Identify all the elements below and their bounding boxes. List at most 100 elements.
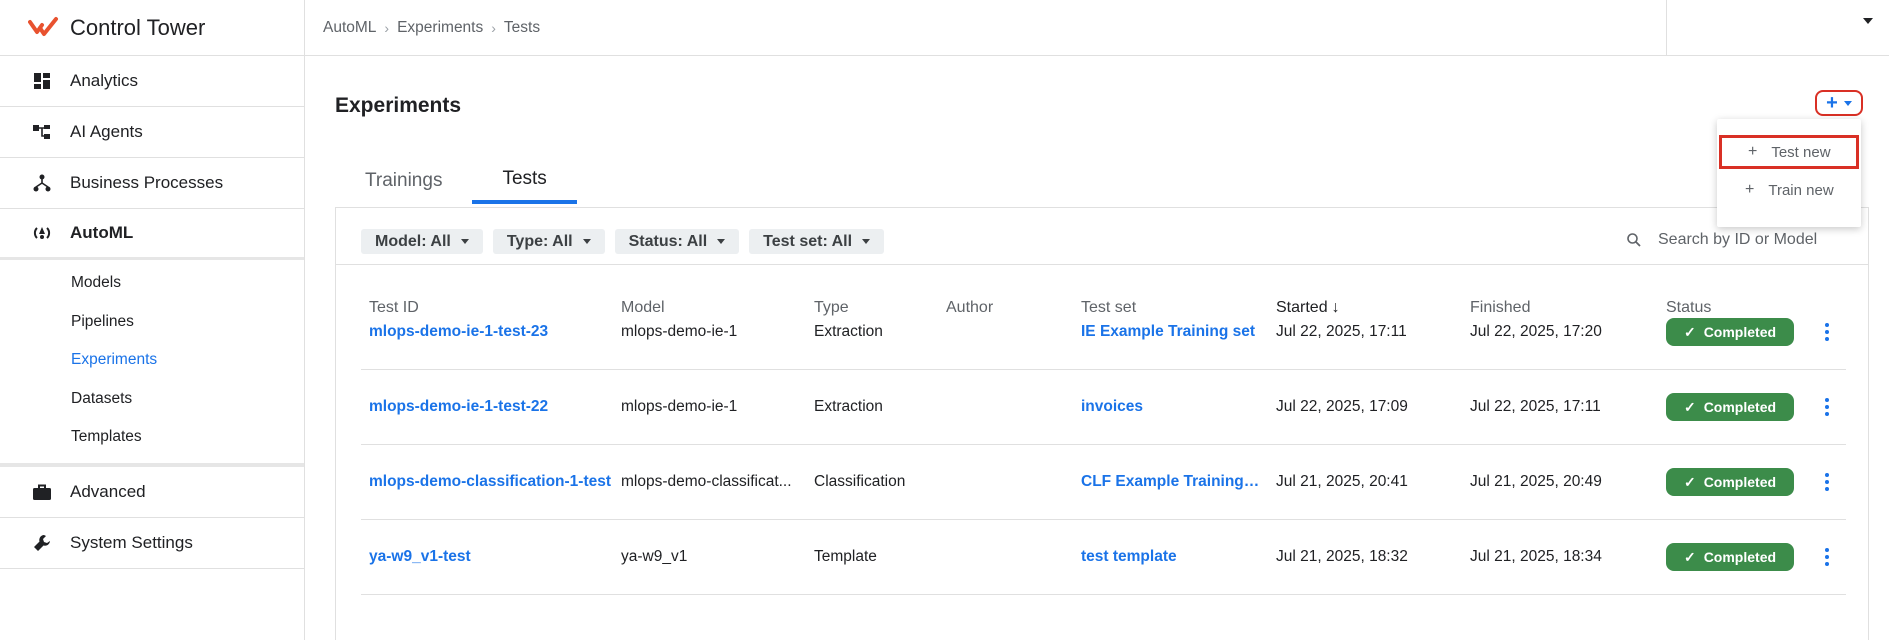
chevron-right-icon: › bbox=[384, 19, 390, 36]
subnav-item-experiments[interactable]: Experiments bbox=[0, 341, 304, 380]
breadcrumb-item-experiments[interactable]: Experiments bbox=[397, 19, 483, 37]
model-cell: mlops-demo-ie-1 bbox=[621, 398, 738, 415]
nav-item-automl[interactable]: AutoML bbox=[0, 209, 304, 260]
nav-label: Analytics bbox=[70, 71, 139, 90]
tests-panel: Model: All Type: All Status: All Test se… bbox=[335, 207, 1869, 640]
test-set-link[interactable]: IE Example Training set bbox=[1081, 323, 1255, 341]
tab-tests[interactable]: Tests bbox=[472, 157, 577, 204]
type-cell: Classification bbox=[814, 473, 906, 490]
topbar: AutoML › Experiments › Tests bbox=[305, 0, 1889, 56]
model-cell: mlops-demo-ie-1 bbox=[621, 323, 738, 340]
started-cell: Jul 21, 2025, 18:32 bbox=[1276, 548, 1408, 565]
test-id-link[interactable]: ya-w9_v1-test bbox=[369, 548, 471, 566]
status-text: Completed bbox=[1703, 549, 1777, 565]
check-icon: ✓ bbox=[1683, 473, 1696, 490]
status-badge: ✓ Completed bbox=[1666, 393, 1794, 421]
finished-cell: Jul 21, 2025, 18:34 bbox=[1470, 548, 1602, 565]
status-text: Completed bbox=[1703, 474, 1777, 490]
more-options-icon[interactable] bbox=[1820, 546, 1834, 568]
filter-divider bbox=[336, 264, 1868, 265]
table-row: ya-w9_v1-test ya-w9_v1 Template test tem… bbox=[361, 520, 1846, 595]
dashboard-icon bbox=[32, 71, 52, 91]
filter-label: Status: All bbox=[628, 232, 708, 250]
test-set-link[interactable]: invoices bbox=[1081, 398, 1143, 416]
caret-down-icon bbox=[862, 239, 871, 244]
status-badge: ✓ Completed bbox=[1666, 468, 1794, 496]
finished-cell: Jul 22, 2025, 17:11 bbox=[1470, 398, 1601, 415]
test-set-link[interactable]: CLF Example Training s... bbox=[1081, 473, 1261, 491]
filter-test-set[interactable]: Test set: All bbox=[749, 229, 885, 254]
started-cell: Jul 22, 2025, 17:09 bbox=[1276, 398, 1408, 415]
filter-label: Type: All bbox=[506, 232, 573, 250]
nav-item-analytics[interactable]: Analytics bbox=[0, 56, 304, 107]
filter-model[interactable]: Model: All bbox=[361, 229, 483, 254]
nav-item-ai-agents[interactable]: AI Agents bbox=[0, 107, 304, 158]
menu-item-label: Test new bbox=[1771, 143, 1831, 161]
table-row: mlops-demo-ie-1-test-22 mlops-demo-ie-1 … bbox=[361, 370, 1846, 445]
caret-down-icon bbox=[1863, 18, 1873, 24]
more-options-icon[interactable] bbox=[1820, 321, 1834, 343]
search-input[interactable] bbox=[1658, 231, 1858, 249]
nav-label: AI Agents bbox=[70, 122, 143, 141]
test-set-link[interactable]: test template bbox=[1081, 548, 1177, 566]
filter-label: Test set: All bbox=[763, 232, 853, 250]
finished-cell: Jul 21, 2025, 20:49 bbox=[1470, 473, 1602, 490]
automl-icon bbox=[32, 223, 52, 243]
plus-icon: + bbox=[1748, 143, 1758, 160]
nav-label: AutoML bbox=[70, 223, 134, 242]
plus-icon: + bbox=[1745, 181, 1755, 198]
automl-subnav: Models Pipelines Experiments Datasets Te… bbox=[0, 260, 304, 467]
started-cell: Jul 22, 2025, 17:11 bbox=[1276, 323, 1407, 340]
brand[interactable]: Control Tower bbox=[0, 0, 304, 56]
breadcrumb-item-tests: Tests bbox=[503, 18, 541, 36]
main-content: Experiments + Trainings Tests Model: All… bbox=[305, 57, 1889, 640]
hierarchy-icon bbox=[32, 122, 52, 142]
started-cell: Jul 21, 2025, 20:41 bbox=[1276, 473, 1408, 490]
chevron-right-icon: › bbox=[491, 19, 496, 36]
filter-type[interactable]: Type: All bbox=[492, 229, 605, 254]
test-id-link[interactable]: mlops-demo-ie-1-test-22 bbox=[369, 398, 548, 416]
filter-bar: Model: All Type: All Status: All Test se… bbox=[361, 229, 885, 254]
tabs: Trainings Tests bbox=[335, 157, 577, 204]
page-title: Experiments bbox=[335, 94, 462, 117]
type-cell: Extraction bbox=[814, 323, 883, 340]
briefcase-icon bbox=[32, 482, 52, 502]
check-icon: ✓ bbox=[1683, 323, 1696, 340]
subnav-item-pipelines[interactable]: Pipelines bbox=[0, 303, 304, 342]
model-cell: mlops-demo-classificat... bbox=[621, 473, 792, 490]
check-icon: ✓ bbox=[1683, 398, 1696, 415]
nav-label: Advanced bbox=[70, 481, 146, 501]
app-title: Control Tower bbox=[70, 14, 206, 40]
caret-down-icon bbox=[582, 239, 591, 244]
caret-down-icon bbox=[460, 239, 469, 244]
menu-item-train-new[interactable]: + Train new bbox=[1719, 173, 1859, 207]
table-row: mlops-demo-ie-1-test-23 mlops-demo-ie-1 … bbox=[361, 295, 1846, 370]
sidebar: Control Tower Analytics AI Agents Busine… bbox=[0, 0, 305, 640]
status-badge: ✓ Completed bbox=[1666, 543, 1794, 571]
breadcrumb-item-automl[interactable]: AutoML bbox=[323, 19, 376, 37]
menu-item-test-new[interactable]: + Test new bbox=[1719, 135, 1859, 169]
test-id-link[interactable]: mlops-demo-classification-1-test bbox=[369, 473, 611, 491]
caret-down-icon bbox=[717, 239, 726, 244]
filter-status[interactable]: Status: All bbox=[614, 229, 740, 254]
account-dropdown[interactable] bbox=[1666, 0, 1889, 56]
search-icon bbox=[1627, 233, 1641, 247]
nav-label: System Settings bbox=[70, 532, 193, 552]
nav-label: Business Processes bbox=[70, 173, 224, 192]
table-row: mlops-demo-classification-1-test mlops-d… bbox=[361, 445, 1846, 520]
nav-item-business-processes[interactable]: Business Processes bbox=[0, 158, 304, 209]
more-options-icon[interactable] bbox=[1820, 396, 1834, 418]
add-new-menu: + Test new + Train new bbox=[1717, 119, 1861, 227]
nav-item-system-settings[interactable]: System Settings bbox=[0, 518, 304, 569]
caret-down-icon bbox=[1843, 100, 1852, 106]
nav-item-advanced[interactable]: Advanced bbox=[0, 467, 304, 518]
subnav-item-models[interactable]: Models bbox=[0, 264, 304, 303]
plus-icon: + bbox=[1826, 92, 1838, 114]
subnav-item-datasets[interactable]: Datasets bbox=[0, 380, 304, 419]
tab-trainings[interactable]: Trainings bbox=[335, 157, 472, 204]
test-id-link[interactable]: mlops-demo-ie-1-test-23 bbox=[369, 323, 548, 341]
type-cell: Template bbox=[814, 548, 877, 565]
subnav-item-templates[interactable]: Templates bbox=[0, 418, 304, 457]
more-options-icon[interactable] bbox=[1820, 471, 1834, 493]
add-new-button[interactable]: + bbox=[1815, 90, 1863, 116]
